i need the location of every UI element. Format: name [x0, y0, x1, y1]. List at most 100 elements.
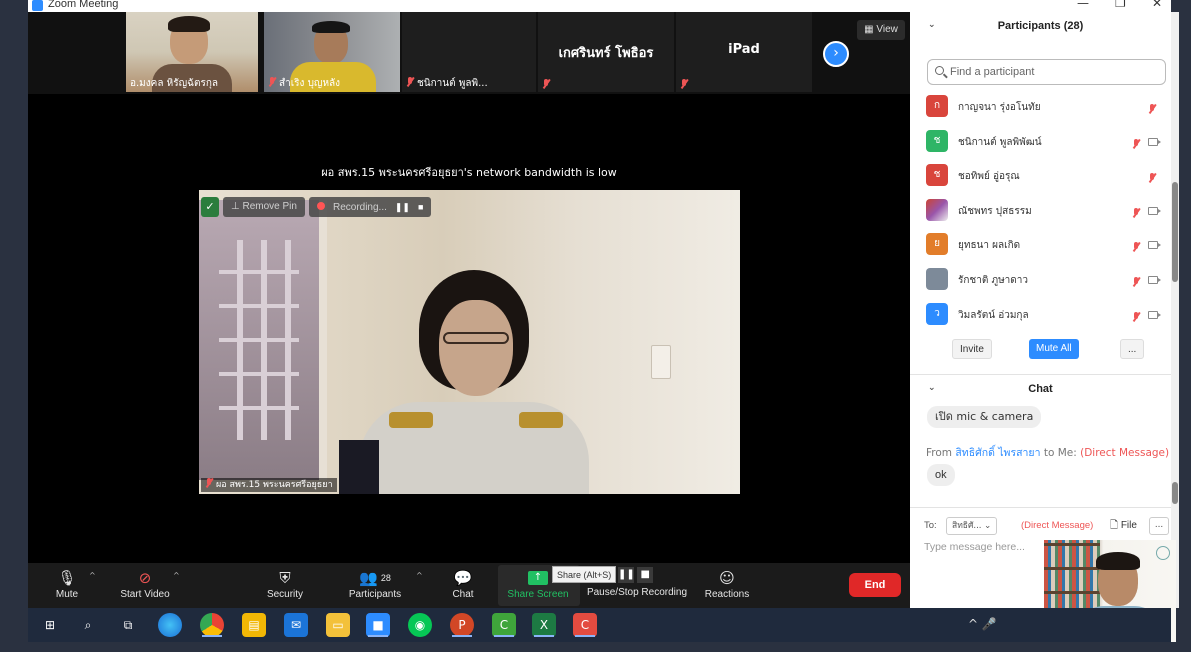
recipient-select[interactable]: สิทธิศั... ⌄ — [946, 517, 998, 535]
mute-all-button[interactable]: Mute All — [1029, 339, 1079, 359]
start-icon[interactable]: ⊞ — [38, 613, 62, 637]
view-button[interactable]: ▦ View — [857, 20, 905, 40]
active-speaker-video[interactable]: ✓ ⊥ Remove Pin Recording... ❚❚ ■ ผอ สพร.15… — [199, 190, 740, 494]
chat-message: เปิด mic & camera — [927, 406, 1042, 428]
invite-button[interactable]: Invite — [952, 339, 992, 359]
audio-options-caret[interactable]: ^ — [89, 571, 96, 580]
explorer-icon[interactable]: ▭ — [326, 613, 350, 637]
mail-icon[interactable]: ✉ — [284, 613, 308, 637]
meeting-toolbar: 🎙 Mute ^ ⊘ Start Video ^ ⛨ Security 👥 28 … — [28, 563, 910, 608]
excel-icon[interactable]: X — [532, 613, 556, 637]
end-meeting-button[interactable]: End — [849, 573, 901, 597]
speaker-name-label: ผอ สพร.15 พระนครศรีอยุธยา — [201, 478, 337, 492]
encryption-shield-icon: ✓ — [201, 197, 219, 217]
gallery-tile[interactable]: ชนิกานต์ พูลพิ... — [402, 12, 536, 92]
muted-mic-icon — [1148, 100, 1159, 118]
zoom-icon[interactable]: ■ — [366, 613, 390, 637]
minimize-button[interactable]: — — [1077, 0, 1089, 10]
collapse-chat-icon[interactable]: ⌄ — [928, 383, 936, 393]
store-icon[interactable]: ▤ — [242, 613, 266, 637]
line-icon[interactable]: ◉ — [408, 613, 432, 637]
chat-message-input[interactable]: Type message here... — [924, 541, 1025, 553]
participant-row[interactable]: รักชาติ ภูษาดาว — [910, 263, 1171, 298]
participants-icon: 👥 — [359, 569, 378, 587]
reactions-button[interactable]: ☺ Reactions — [704, 567, 750, 600]
security-button[interactable]: ⛨ Security — [264, 567, 306, 600]
muted-mic-icon — [1148, 169, 1159, 187]
gallery-tile[interactable]: สำเริง บุญหลัง — [264, 12, 400, 92]
participant-row[interactable]: ย ยุทธนา ผลเกิด — [910, 228, 1171, 263]
collapse-participants-icon[interactable]: ⌄ — [928, 20, 936, 30]
gallery-tile[interactable]: เกศรินทร์ โพธิอร — [538, 12, 674, 92]
edge-icon[interactable] — [158, 613, 182, 637]
camera-icon — [1148, 241, 1161, 250]
muted-mic-icon — [268, 77, 276, 87]
meeting-area: อ.มงคล หิรัญฉัตรกุล สำเริง บุญหลัง ชนิกา… — [28, 12, 910, 563]
muted-mic-icon — [1132, 273, 1143, 291]
chat-input-divider — [910, 507, 1171, 508]
wall-outlet — [651, 345, 671, 379]
participant-row[interactable]: ว วิมลรัตน์ อ่วมกุล — [910, 298, 1171, 333]
share-arrow-icon: ↑ — [528, 571, 548, 585]
stop-recording-icon[interactable]: ■ — [418, 202, 423, 212]
mute-button[interactable]: 🎙 Mute — [50, 567, 84, 600]
task-view-icon[interactable]: ⧉ — [116, 613, 140, 637]
wall-circle — [1156, 546, 1170, 560]
participant-row[interactable]: ช ชอทิพย์ อู่อรุณ — [910, 159, 1171, 194]
pause-stop-recording-label[interactable]: Pause/Stop Recording — [585, 587, 689, 598]
chat-more-button[interactable]: ... — [1149, 517, 1169, 535]
camera-icon — [1148, 206, 1161, 215]
participants-options-caret[interactable]: ^ — [416, 571, 423, 580]
window-title: Zoom Meeting — [48, 0, 119, 10]
file-button[interactable]: 🗋 File — [1110, 518, 1137, 535]
chrome-icon[interactable] — [200, 613, 224, 637]
pause-icon[interactable]: ❚❚ — [618, 567, 635, 583]
next-page-button[interactable]: › — [823, 41, 849, 67]
participants-button[interactable]: 👥 28 Participants — [346, 567, 404, 600]
more-options-button[interactable]: ... — [1120, 339, 1145, 359]
chat-sender-line: From สิทธิศักดิ์ ไพรสายา to Me: (Direct … — [926, 447, 1170, 459]
remove-pin-button[interactable]: ⊥ Remove Pin — [223, 197, 305, 217]
gallery-tile[interactable]: อ.มงคล หิรัญฉัตรกุล — [126, 12, 258, 92]
powerpoint-icon[interactable]: P — [450, 613, 474, 637]
speaker-figure — [339, 270, 599, 494]
restore-button[interactable]: ❐ — [1115, 0, 1126, 10]
tile-name: ชนิกานต์ พูลพิ... — [406, 76, 488, 91]
default-user-avatar-icon — [926, 267, 948, 290]
gallery-tile[interactable]: iPad — [676, 12, 812, 92]
chat-header: ⌄ Chat — [928, 383, 1053, 395]
participant-name: ชอทิพย์ อู่อรุณ — [958, 171, 1020, 183]
tray-expand-icon[interactable]: ^ — [968, 617, 978, 631]
stop-icon[interactable]: ■ — [637, 567, 654, 583]
participant-search-input[interactable]: Find a participant — [927, 59, 1166, 85]
chat-button[interactable]: 💬 Chat — [448, 567, 478, 600]
search-icon[interactable]: ⌕ — [76, 613, 100, 637]
participant-row[interactable]: ณัชพทร ปุสธรรม — [910, 194, 1171, 229]
muted-mic-icon — [1132, 135, 1143, 153]
participant-row[interactable]: ก กาญจนา รุ่งอโนทัย — [910, 90, 1171, 125]
panel-scrollbar[interactable] — [1171, 12, 1179, 608]
close-button[interactable]: ✕ — [1152, 0, 1162, 10]
tile-name: อ.มงคล หิรัญฉัตรกุล — [130, 78, 218, 89]
pause-recording-icon[interactable]: ❚❚ — [395, 202, 410, 212]
camera-icon — [1148, 137, 1161, 146]
tray-mic-icon[interactable]: 🎤 — [982, 617, 997, 631]
participant-name: รักชาติ ภูษาดาว — [958, 274, 1029, 286]
video-options-caret[interactable]: ^ — [173, 571, 180, 580]
zoom-app-icon — [32, 0, 43, 11]
camtasia-icon[interactable]: C — [492, 613, 516, 637]
sender-name[interactable]: สิทธิศักดิ์ ไพรสายา — [955, 447, 1040, 459]
microphone-icon: 🎙 — [57, 569, 77, 587]
muted-mic-icon — [680, 79, 688, 89]
record-icon — [316, 202, 325, 210]
start-video-button[interactable]: ⊘ Start Video — [116, 567, 174, 600]
participant-avatar: ว — [926, 302, 948, 325]
chat-scroll-thumb[interactable] — [1172, 482, 1178, 504]
participant-row[interactable]: ช ชนิกานต์ พูลพิพัฒน์ — [910, 125, 1171, 160]
chat-bubble-icon: 💬 — [453, 569, 473, 587]
participants-scroll-thumb[interactable] — [1172, 182, 1178, 282]
gallery-strip: อ.มงคล หิรัญฉัตรกุล สำเริง บุญหลัง ชนิกา… — [28, 12, 910, 94]
system-tray[interactable]: ^ 🎤 — [968, 617, 997, 631]
camtasia-recorder-icon[interactable]: C — [573, 613, 597, 637]
pause-stop-controls[interactable]: ❚❚ ■ — [618, 567, 654, 583]
